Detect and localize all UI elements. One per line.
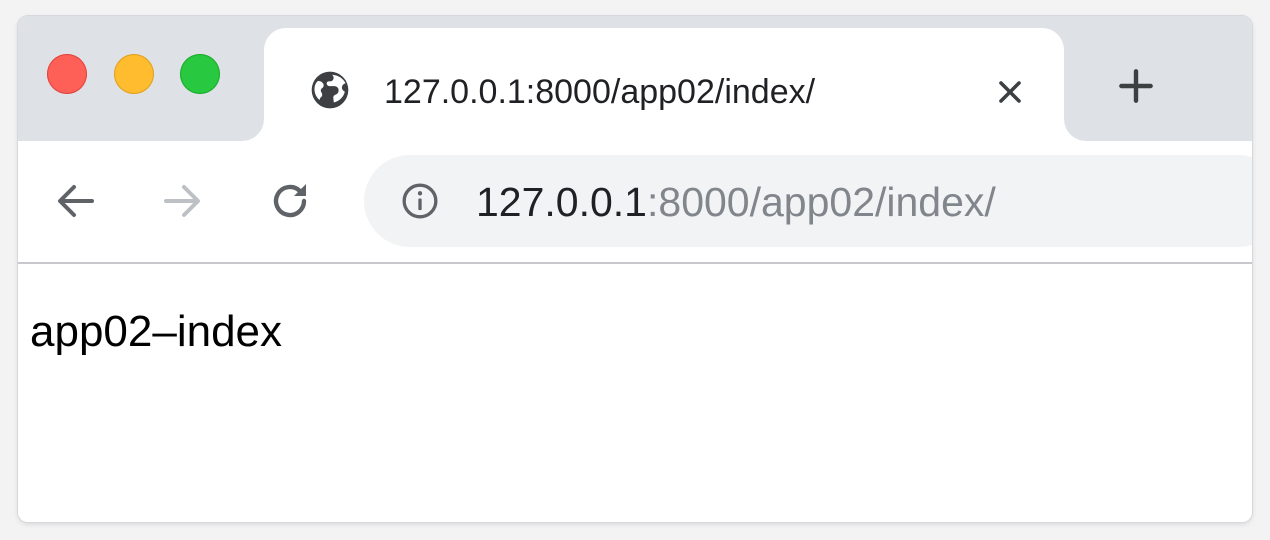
page-content: app02–index — [18, 264, 1252, 522]
tab-title: 127.0.0.1:8000/app02/index/ — [384, 73, 816, 111]
window-minimize-button[interactable] — [114, 54, 154, 94]
url-text[interactable]: 127.0.0.1:8000/app02/index/ — [476, 179, 996, 225]
arrow-left-icon[interactable] — [52, 177, 100, 225]
window-close-button[interactable] — [47, 54, 87, 94]
close-icon[interactable] — [992, 74, 1028, 110]
page-body-text: app02–index — [30, 307, 283, 356]
reload-icon[interactable] — [266, 177, 314, 225]
info-icon[interactable] — [400, 181, 440, 221]
arrow-right-icon[interactable] — [158, 177, 206, 225]
navigation-toolbar: 127.0.0.1:8000/app02/index/ — [18, 141, 1252, 264]
globe-icon — [308, 68, 352, 112]
url-host: 127.0.0.1 — [476, 179, 647, 225]
plus-icon[interactable] — [1114, 64, 1158, 108]
address-bar[interactable]: 127.0.0.1:8000/app02/index/ — [364, 155, 1252, 247]
tab-strip: 127.0.0.1:8000/app02/index/ — [18, 16, 1252, 141]
active-tab[interactable]: 127.0.0.1:8000/app02/index/ — [264, 28, 1064, 141]
url-path: :8000/app02/index/ — [647, 179, 996, 225]
browser-window: 127.0.0.1:8000/app02/index/ 127.0.0.1:80… — [18, 16, 1252, 522]
window-maximize-button[interactable] — [180, 54, 220, 94]
